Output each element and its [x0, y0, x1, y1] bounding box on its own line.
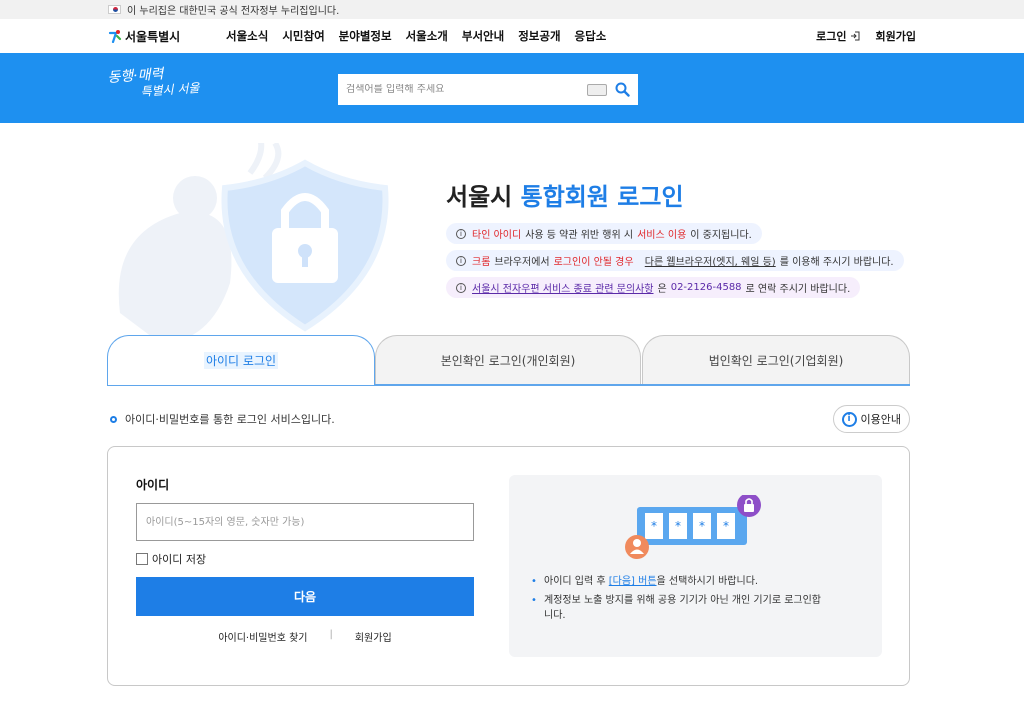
tab-corporate-verify[interactable]: 법인확인 로그인(기업회원)	[642, 335, 910, 385]
slogan-logo: 동행·매력 특별시 서울	[107, 64, 200, 102]
tip-item: 아이디 입력 후 [다음] 버튼을 선택하시기 바랍니다.	[531, 574, 821, 589]
notice-text: 타인 아이디	[472, 230, 522, 241]
tab-id-login[interactable]: 아이디 로그인	[107, 335, 375, 385]
tip-text: 을 선택하시기 바랍니다.	[656, 576, 759, 587]
korea-flag-icon	[108, 5, 121, 14]
notice-email: i 서울시 전자우편 서비스 종료 관련 문의사항 은 02-2126-4588 로…	[446, 277, 861, 298]
login-tabs: 아이디 로그인 본인확인 로그인(개인회원) 법인확인 로그인(기업회원)	[107, 335, 910, 385]
security-shield-illustration	[118, 143, 389, 343]
menu-item-departments[interactable]: 부서안내	[462, 28, 504, 44]
notice-text: 크롬	[472, 257, 491, 268]
info-icon: i	[456, 255, 466, 266]
login-tips: 아이디 입력 후 [다음] 버튼을 선택하시기 바랍니다. 계정정보 노출 방지…	[531, 574, 821, 627]
login-description-row: 아이디·비밀번호를 통한 로그인 서비스입니다. i 이용안내	[110, 405, 910, 433]
title-highlight: 통합회원 로그인	[520, 183, 684, 211]
account-links: 아이디·비밀번호 찾기 | 회원가입	[136, 629, 474, 644]
save-id-checkbox[interactable]	[136, 553, 148, 565]
notice-text: 은	[657, 284, 667, 295]
masked-char: *	[651, 519, 657, 533]
login-description: 아이디·비밀번호를 통한 로그인 서비스입니다.	[125, 413, 335, 426]
menu-item-eungdapso[interactable]: 응답소	[575, 28, 607, 44]
tip-item: 계정정보 노출 방지를 위해 공용 기기가 아닌 개인 기기로 로그인합니다.	[531, 593, 821, 623]
menu-item-news[interactable]: 서울소식	[226, 28, 268, 44]
seoul-logo-icon	[108, 30, 122, 43]
tip-text: 계정정보 노출 방지를 위해 공용 기기가 아닌 개인 기기로 로그인합니다.	[544, 595, 822, 621]
tab-label: 법인확인 로그인(기업회원)	[708, 354, 844, 368]
find-id-password-link[interactable]: 아이디·비밀번호 찾기	[218, 629, 307, 644]
info-circle-icon: i	[841, 411, 857, 427]
tab-label: 아이디 로그인	[203, 352, 279, 369]
masked-char: *	[675, 519, 681, 533]
page-title: 서울시 통합회원 로그인	[446, 177, 684, 212]
title-prefix: 서울시	[446, 183, 521, 211]
bullet-ring-icon	[110, 415, 117, 423]
usage-guide-button[interactable]: i 이용안내	[832, 405, 910, 433]
id-input[interactable]	[136, 503, 474, 541]
link-separator: |	[329, 629, 333, 640]
tab-personal-verify[interactable]: 본인확인 로그인(개인회원)	[375, 335, 641, 385]
gov-notice-bar: 이 누리집은 대한민국 공식 전자정부 누리집입니다.	[0, 0, 1024, 19]
notice-text: 서비스 이용	[637, 230, 687, 241]
search-box	[338, 74, 638, 105]
signup-link[interactable]: 회원가입	[876, 28, 916, 44]
global-nav: 서울특별시 서울소식 시민참여 분야별정보 서울소개 부서안내 정보공개 응답소…	[0, 19, 1024, 53]
seoul-logo[interactable]: 서울특별시	[108, 28, 226, 45]
info-icon: i	[456, 282, 466, 293]
save-id-label: 아이디 저장	[152, 553, 207, 566]
tip-text: 아이디 입력 후	[544, 576, 609, 587]
login-link[interactable]: 로그인	[816, 28, 860, 44]
notice-terms: i 타인 아이디 사용 등 약관 위반 행위 시 서비스 이용 이 중지됩니다.	[446, 223, 762, 244]
notice-text: 사용 등 약관 위반 행위 시	[525, 230, 634, 241]
usage-guide-label: 이용안내	[860, 413, 901, 426]
save-id-option[interactable]: 아이디 저장	[136, 551, 206, 567]
password-lock-illustration: * * * *	[625, 495, 761, 559]
id-label: 아이디	[136, 478, 170, 492]
menu-item-participation[interactable]: 시민참여	[282, 28, 324, 44]
notice-text: 로그인이 안될 경우	[553, 257, 634, 268]
menu-item-about[interactable]: 서울소개	[406, 28, 448, 44]
main-menu: 서울소식 시민참여 분야별정보 서울소개 부서안내 정보공개 응답소	[226, 28, 606, 44]
phone-number: 02-2126-4588	[670, 282, 742, 293]
logo-text: 서울특별시	[125, 29, 181, 44]
notice-browser: i 크롬 브라우저에서 로그인이 안될 경우 다른 웹브라우저(엣지, 웨일 등…	[446, 250, 904, 271]
notice-text: 를 이용해 주시기 바랍니다.	[779, 257, 894, 268]
menu-item-disclosure[interactable]: 정보공개	[518, 28, 560, 44]
masked-char: *	[723, 519, 729, 533]
login-panel: 아이디 아이디 저장 다음 아이디·비밀번호 찾기 | 회원가입 * * * *	[107, 446, 910, 686]
notice-text: 이 중지됩니다.	[690, 230, 752, 241]
notice-text: 브라우저에서	[494, 257, 550, 268]
masked-char: *	[699, 519, 705, 533]
login-hero: 서울시 통합회원 로그인 i 타인 아이디 사용 등 약관 위반 행위 시 서비…	[0, 123, 1024, 343]
email-inquiry-link[interactable]: 서울시 전자우편 서비스 종료 관련 문의사항	[472, 280, 654, 295]
user-menu: 로그인 회원가입	[816, 28, 916, 44]
login-info-box: * * * * 아이디 입력 후 [다음] 버튼을 선택하시기 바랍니다. 계정…	[509, 475, 882, 657]
notice-text: 다른 웹브라우저(엣지, 웨일 등)	[644, 257, 776, 268]
join-link[interactable]: 회원가입	[355, 629, 392, 644]
virtual-keyboard-icon[interactable]	[587, 83, 607, 96]
info-icon: i	[456, 228, 466, 239]
gov-notice-text: 이 누리집은 대한민국 공식 전자정부 누리집입니다.	[127, 6, 340, 17]
search-banner: 동행·매력 특별시 서울	[0, 53, 1024, 123]
tab-label: 본인확인 로그인(개인회원)	[440, 354, 576, 368]
login-icon	[850, 31, 860, 41]
search-input[interactable]	[346, 84, 587, 95]
tip-highlight: [다음] 버튼	[608, 576, 657, 587]
menu-item-field-info[interactable]: 분야별정보	[339, 28, 392, 44]
search-icon[interactable]	[615, 82, 630, 97]
notice-text: 로 연락 주시기 바랍니다.	[745, 284, 851, 295]
next-button[interactable]: 다음	[136, 577, 474, 616]
login-link-label: 로그인	[816, 30, 847, 43]
